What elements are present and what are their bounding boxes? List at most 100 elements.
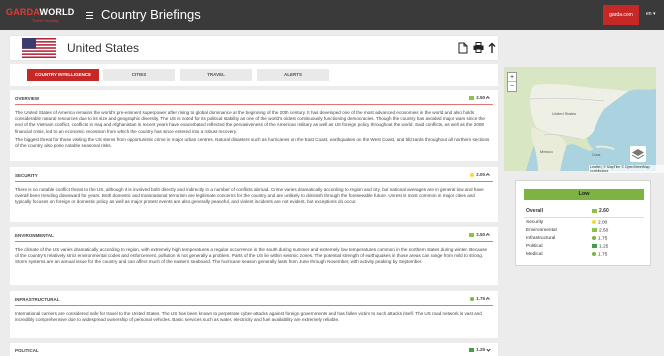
medical-score-row: Medical 1.75 [524, 252, 644, 260]
political-section: POLITICAL 1.25 [10, 343, 498, 356]
tab-country-intelligence[interactable]: COUNTRY INTELLIGENCE [27, 69, 99, 81]
political-score[interactable]: 1.25 [469, 347, 491, 352]
tab-travel[interactable]: TRAVEL [180, 69, 252, 81]
print-icon[interactable] [473, 42, 484, 53]
score-label: Medical [526, 252, 543, 257]
chevron-up-icon [485, 96, 490, 101]
score-label: Political [526, 244, 543, 249]
map-attribution[interactable]: Leaflet | © MapTiler © OpenStreetMap con… [589, 165, 664, 173]
security-score-row: Security 2.00 [524, 220, 644, 228]
score-flag-icon [469, 95, 475, 100]
shield-icon [470, 172, 475, 177]
score-label: Security [526, 220, 544, 225]
overview-paragraph: The United States of America remains the… [15, 110, 485, 134]
environmental-score-value: 2.50 [476, 232, 485, 237]
map-layers-button[interactable] [630, 146, 646, 162]
gear-icon [592, 236, 596, 240]
overall-label: Overall [526, 208, 543, 214]
map-label-us: United States [552, 111, 577, 116]
environmental-title: ENVIRONMENTAL [15, 233, 54, 238]
tab-bar: COUNTRY INTELLIGENCE CITIES TRAVEL ALERT… [10, 64, 498, 86]
overview-body: The United States of America remains the… [15, 110, 490, 151]
brand-logo[interactable]: GARDAWORLD [6, 7, 75, 17]
language-label: en [646, 11, 652, 17]
tab-alerts[interactable]: ALERTS [257, 69, 329, 81]
infrastructural-score-value: 1.75 [476, 296, 485, 301]
score-value: 1.25 [592, 244, 608, 249]
security-paragraph: There is no notable conflict threat to t… [15, 187, 484, 205]
score-label: Infrastructural [526, 236, 556, 241]
building-icon [592, 244, 597, 248]
score-value: 1.75 [592, 252, 607, 257]
gear-icon [470, 296, 475, 301]
score-value: 2.50 [592, 228, 608, 233]
zoom-out-button[interactable]: − [508, 82, 516, 91]
map-label-cuba: Cuba [592, 153, 601, 157]
divider [15, 104, 493, 105]
share-icon[interactable] [488, 42, 496, 54]
zoom-in-button[interactable]: + [508, 73, 516, 82]
brand-name-white: WORLD [39, 7, 75, 17]
score-number: 1.75 [598, 236, 608, 242]
security-body: There is no notable conflict threat to t… [15, 187, 490, 208]
us-flag-icon [22, 38, 56, 58]
brand-name-red: GARDA [6, 7, 40, 17]
layers-icon [631, 149, 645, 160]
chevron-up-icon [485, 233, 490, 238]
hamburger-menu-icon[interactable] [82, 8, 96, 22]
environmental-section: ENVIRONMENTAL 2.50 The climate of the US… [10, 227, 498, 285]
medical-icon [592, 252, 596, 256]
political-score-value: 1.25 [476, 347, 485, 352]
map-zoom-control: + − [507, 72, 517, 92]
flag-icon [592, 208, 597, 213]
chevron-down-icon [486, 347, 491, 352]
shield-icon [592, 220, 596, 224]
overview-paragraph: The biggest threat for those visiting th… [15, 136, 490, 149]
security-score[interactable]: 2.00 [470, 172, 490, 178]
environmental-body: The climate of the US varies dramaticall… [15, 247, 490, 268]
score-number: 2.50 [599, 228, 609, 234]
divider [524, 217, 644, 218]
overview-title: OVERVIEW [15, 96, 40, 101]
overall-score-value: 2.60 [599, 208, 609, 214]
language-selector[interactable]: en ▾ [646, 11, 655, 17]
tab-cities[interactable]: CITIES [103, 69, 175, 81]
score-label: Environmental [526, 228, 557, 233]
infrastructural-score-row: Infrastructural 1.75 [524, 236, 644, 244]
environmental-score-row: Environmental 2.50 [524, 228, 644, 236]
infrastructural-score[interactable]: 1.75 [470, 296, 490, 302]
score-number: 1.75 [598, 252, 608, 258]
infrastructural-section: INFRASTRUCTURAL 1.75 International carri… [10, 291, 498, 338]
environmental-paragraph: The climate of the US varies dramaticall… [15, 247, 488, 265]
overview-score-value: 2.50 [476, 95, 485, 100]
security-title: SECURITY [15, 173, 38, 178]
political-title: POLITICAL [15, 348, 39, 353]
risk-level-badge: Low [524, 189, 644, 200]
garda-link-button[interactable]: garda.com [603, 5, 639, 25]
building-icon [469, 347, 475, 352]
brand-tagline: Travel Security [32, 18, 59, 23]
infrastructural-body: International carriers are considered sa… [15, 311, 490, 325]
security-score-value: 2.00 [476, 172, 485, 177]
political-score-row: Political 1.25 [524, 244, 644, 252]
score-value: 1.75 [592, 236, 607, 241]
document-icon[interactable] [458, 42, 468, 54]
chevron-up-icon [485, 173, 490, 178]
divider [15, 241, 493, 242]
overview-score[interactable]: 2.50 [469, 95, 490, 101]
risk-score-panel: Low Overall 2.60 Security 2.00 Environme… [515, 180, 651, 266]
chevron-up-icon [485, 297, 490, 302]
score-value: 2.00 [592, 220, 607, 225]
environmental-score[interactable]: 2.50 [469, 232, 490, 238]
country-name: United States [67, 41, 140, 55]
score-number: 1.25 [599, 244, 609, 250]
app-title: Country Briefings [101, 7, 201, 22]
infrastructural-paragraph: International carriers are considered sa… [15, 311, 482, 323]
country-header: United States [10, 36, 498, 60]
map-label-mexico: Mexico [540, 149, 553, 154]
top-bar: GARDAWORLD Travel Security Country Brief… [0, 0, 664, 30]
score-number: 2.00 [598, 220, 608, 226]
leaf-icon [592, 228, 597, 232]
overall-score: 2.60 [592, 208, 609, 214]
leaf-icon [469, 232, 475, 237]
